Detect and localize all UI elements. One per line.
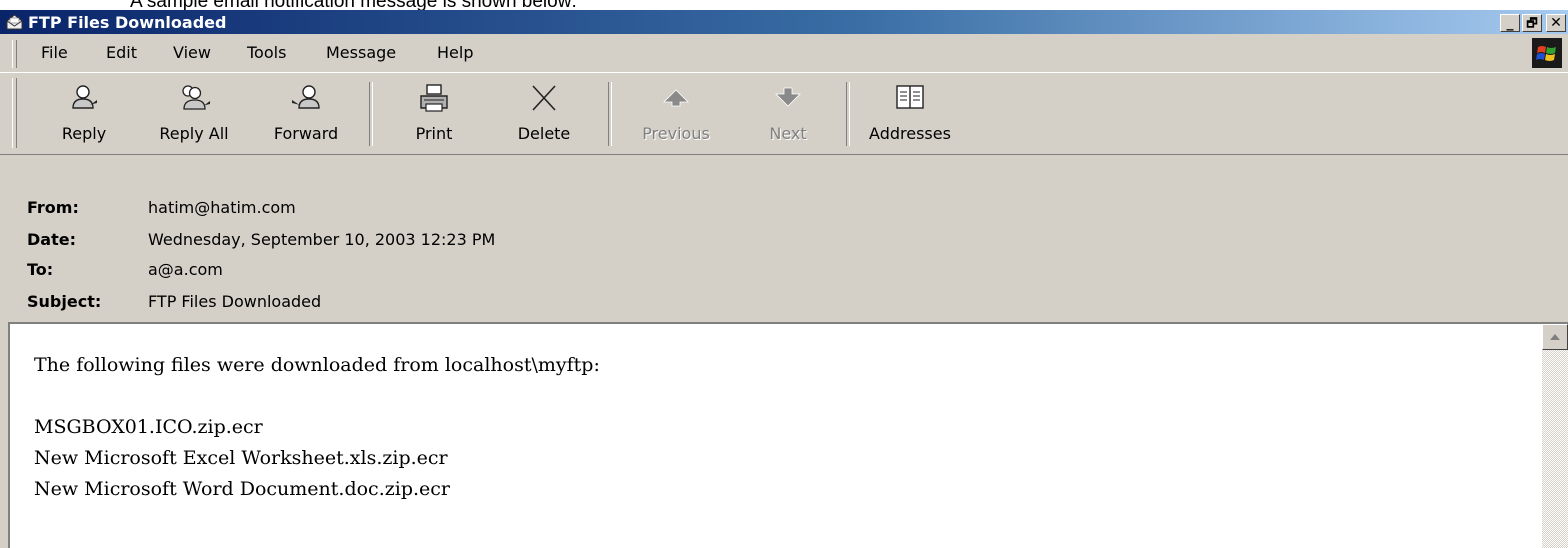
body-blank-line bbox=[34, 381, 600, 412]
subject-label: Subject: bbox=[27, 292, 102, 311]
next-button[interactable]: Next bbox=[748, 78, 828, 152]
reply-all-label: Reply All bbox=[159, 124, 229, 143]
body-text: The following files were downloaded from… bbox=[34, 350, 600, 505]
to-value: a@a.com bbox=[148, 260, 223, 279]
windows-logo-icon bbox=[1532, 38, 1562, 68]
toolbar-separator bbox=[369, 82, 373, 146]
message-headers: From: hatim@hatim.com Date: Wednesday, S… bbox=[0, 156, 1568, 316]
message-window: FTP Files Downloaded _ 🗗 ✕ File Edit Vie… bbox=[0, 10, 1568, 548]
toolbar-grip[interactable] bbox=[12, 78, 17, 148]
vertical-scrollbar[interactable] bbox=[1542, 324, 1568, 548]
window-title: FTP Files Downloaded bbox=[28, 13, 227, 32]
delete-x-icon bbox=[532, 85, 556, 111]
menu-message[interactable]: Message bbox=[326, 43, 396, 62]
body-intro: The following files were downloaded from… bbox=[34, 354, 600, 376]
menu-edit[interactable]: Edit bbox=[106, 43, 137, 62]
address-book-icon bbox=[896, 85, 924, 109]
subject-value: FTP Files Downloaded bbox=[148, 292, 322, 311]
toolbar-separator bbox=[608, 82, 612, 146]
close-button[interactable]: ✕ bbox=[1546, 14, 1566, 32]
printer-icon bbox=[420, 84, 448, 112]
previous-button[interactable]: Previous bbox=[626, 78, 726, 152]
date-value: Wednesday, September 10, 2003 12:23 PM bbox=[148, 230, 496, 249]
menu-tools[interactable]: Tools bbox=[247, 43, 286, 62]
addresses-button[interactable]: Addresses bbox=[858, 78, 962, 152]
down-arrow-icon bbox=[775, 87, 801, 107]
next-label: Next bbox=[769, 124, 807, 143]
file-item: New Microsoft Excel Worksheet.xls.zip.ec… bbox=[34, 447, 448, 469]
menu-file[interactable]: File bbox=[41, 43, 68, 62]
forward-button[interactable]: Forward bbox=[258, 78, 354, 152]
menu-view[interactable]: View bbox=[173, 43, 211, 62]
print-button[interactable]: Print bbox=[394, 78, 474, 152]
file-item: New Microsoft Word Document.doc.zip.ecr bbox=[34, 478, 450, 500]
reply-all-button[interactable]: Reply All bbox=[148, 78, 240, 152]
from-value: hatim@hatim.com bbox=[148, 198, 296, 217]
reply-all-icon bbox=[182, 85, 210, 110]
menu-help[interactable]: Help bbox=[437, 43, 473, 62]
minimize-button[interactable]: _ bbox=[1500, 14, 1520, 32]
reply-label: Reply bbox=[61, 124, 107, 143]
delete-button[interactable]: Delete bbox=[498, 78, 590, 152]
date-label: Date: bbox=[27, 230, 76, 249]
addresses-label: Addresses bbox=[869, 124, 951, 143]
menu-grip[interactable] bbox=[12, 40, 17, 68]
message-body[interactable]: The following files were downloaded from… bbox=[8, 322, 1568, 548]
restore-button[interactable]: 🗗 bbox=[1522, 14, 1542, 32]
scroll-up-arrow-icon bbox=[1550, 334, 1560, 340]
from-label: From: bbox=[27, 198, 79, 217]
scroll-up-button[interactable] bbox=[1542, 324, 1568, 350]
reply-button[interactable]: Reply bbox=[44, 78, 124, 152]
file-item: MSGBOX01.ICO.zip.ecr bbox=[34, 416, 263, 438]
forward-label: Forward bbox=[273, 124, 339, 143]
menu-bar: File Edit View Tools Message Help bbox=[0, 36, 1568, 73]
up-arrow-icon bbox=[663, 89, 689, 107]
envelope-icon bbox=[6, 14, 23, 30]
previous-label: Previous bbox=[642, 124, 710, 143]
title-bar[interactable]: FTP Files Downloaded _ 🗗 ✕ bbox=[0, 10, 1568, 34]
toolbar-separator bbox=[846, 82, 850, 146]
toolbar: Reply Reply All Forward Print Delete Pre… bbox=[0, 74, 1568, 155]
delete-label: Delete bbox=[517, 124, 571, 143]
to-label: To: bbox=[27, 260, 54, 279]
reply-icon bbox=[72, 85, 97, 109]
print-label: Print bbox=[415, 124, 453, 143]
forward-icon bbox=[292, 85, 320, 109]
